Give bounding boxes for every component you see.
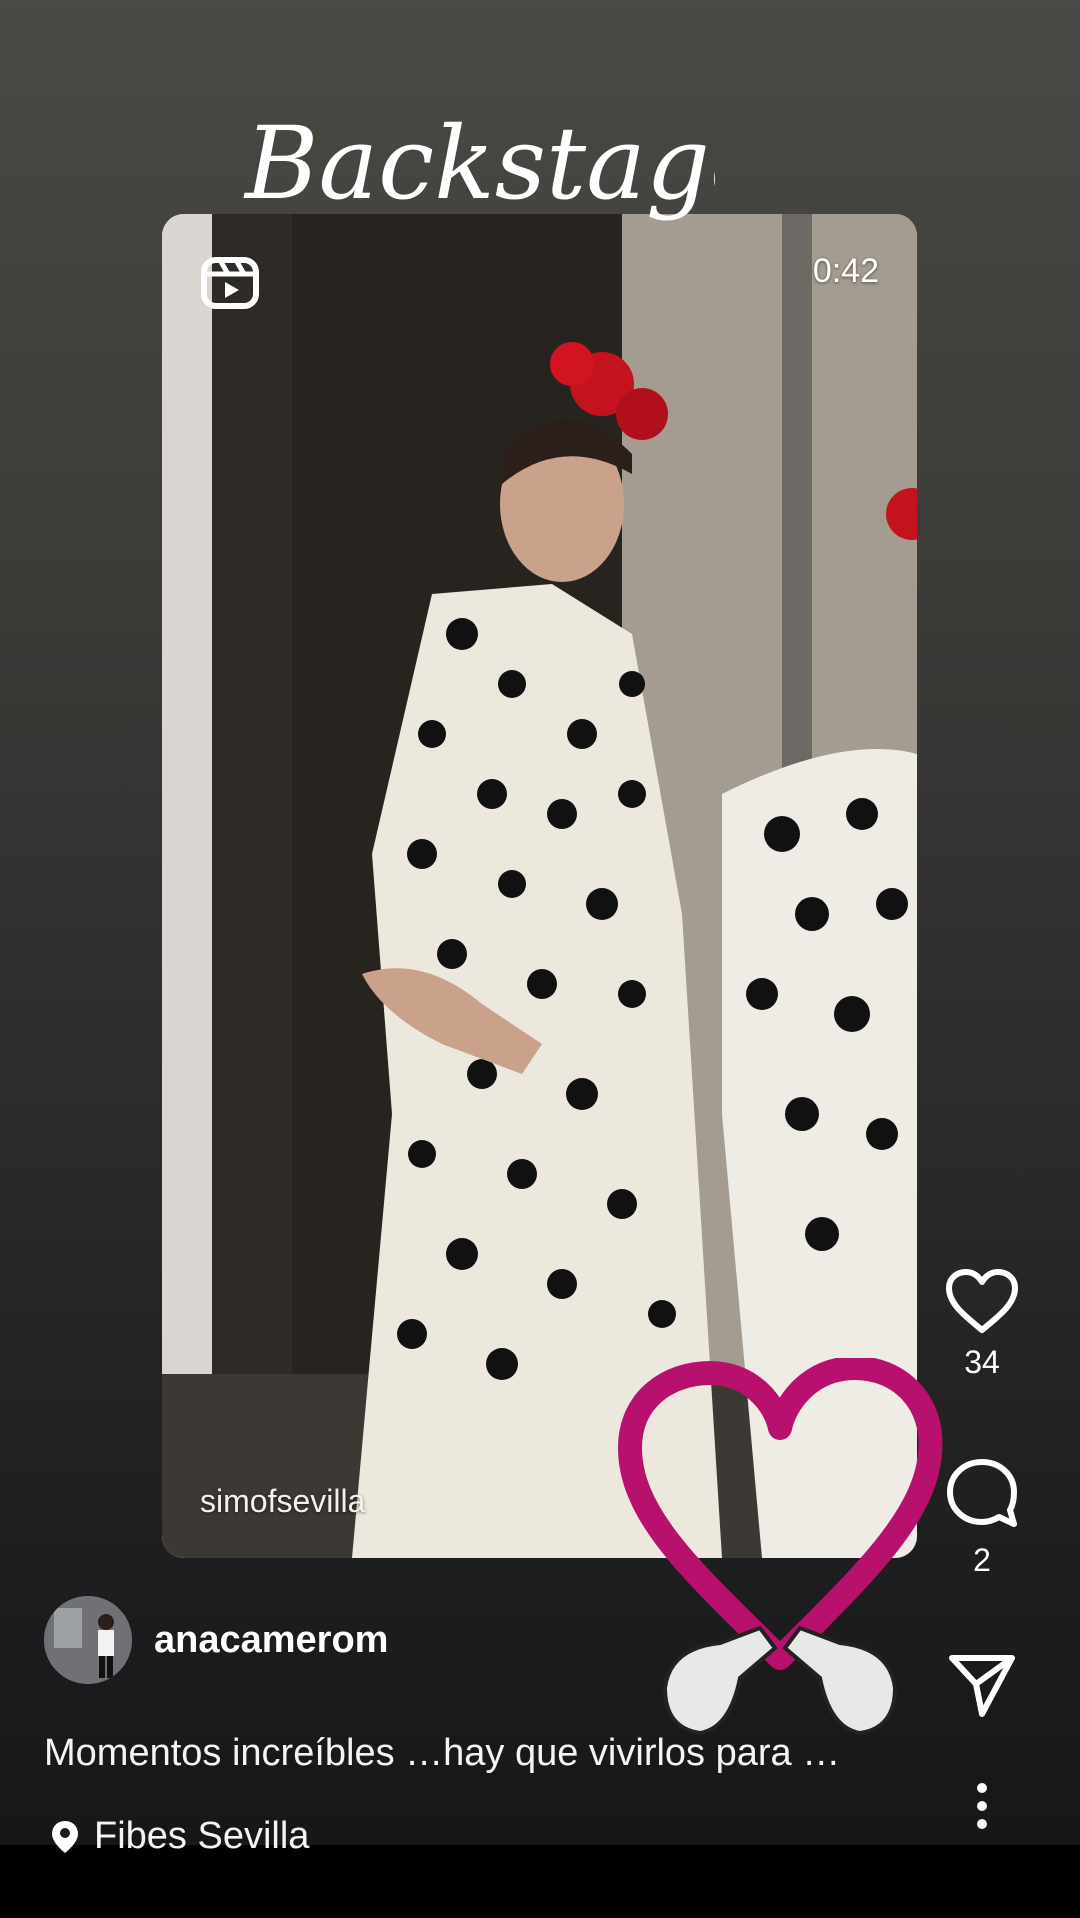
avatar[interactable] xyxy=(44,1596,132,1684)
author-row[interactable]: anacamerom xyxy=(44,1596,388,1684)
reel-video[interactable]: 0:42 simofsevilla xyxy=(162,214,917,1558)
location-label: Fibes Sevilla xyxy=(94,1815,310,1857)
more-icon[interactable] xyxy=(972,1782,992,1830)
share-icon[interactable] xyxy=(946,1652,1018,1718)
video-duration: 0:42 xyxy=(812,252,879,290)
heart-sticker xyxy=(618,1358,943,1736)
reels-icon xyxy=(201,257,259,309)
backstage-sticker: Backstage xyxy=(243,105,715,222)
video-frame xyxy=(162,214,917,1558)
avatar-image xyxy=(44,1596,132,1684)
location-pin-icon xyxy=(52,1820,78,1853)
sticker-text: Backstage xyxy=(243,105,715,222)
username[interactable]: anacamerom xyxy=(154,1619,388,1662)
more-action xyxy=(912,1782,1052,1830)
heart-icon[interactable] xyxy=(945,1268,1019,1334)
location-tag[interactable]: Fibes Sevilla xyxy=(50,1815,309,1858)
video-watermark: simofsevilla xyxy=(200,1483,366,1519)
comment-icon[interactable] xyxy=(944,1456,1020,1532)
